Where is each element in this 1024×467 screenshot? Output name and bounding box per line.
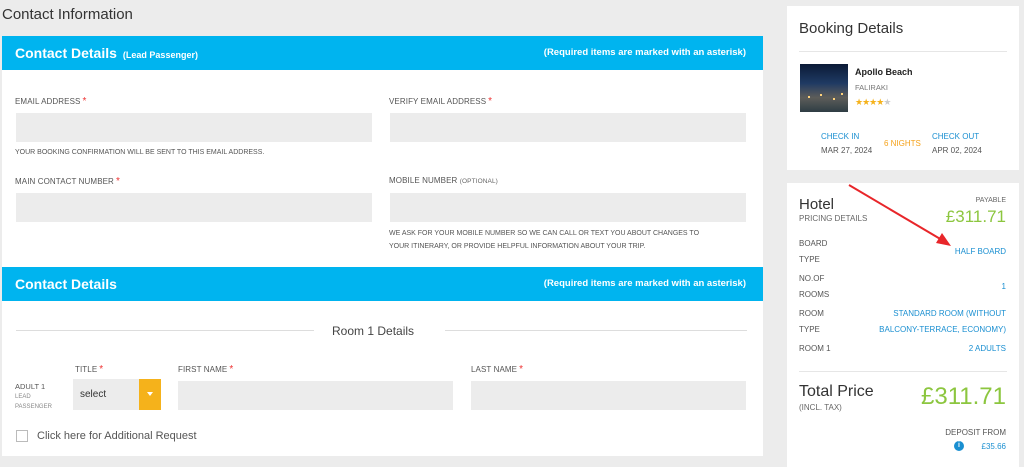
rooms-value: 1 xyxy=(1001,282,1006,291)
email-label: EMAIL ADDRESS * xyxy=(15,96,86,107)
verify-email-label-text: VERIFY EMAIL ADDRESS xyxy=(389,97,487,106)
booking-details-card: Booking Details Apollo Beach FALIRAKI ★★… xyxy=(787,6,1019,170)
divider xyxy=(799,371,1007,372)
divider xyxy=(445,330,747,331)
hotel-name[interactable]: Apollo Beach xyxy=(855,67,913,77)
adult-1-label: ADULT 1 LEAD PASSENGER xyxy=(15,382,52,412)
star-icon: ★ xyxy=(883,97,891,107)
pricing-card: Hotel PRICING DETAILS PAYABLE £311.71 BO… xyxy=(787,183,1019,467)
check-out-date: APR 02, 2024 xyxy=(932,146,982,155)
mobile-hint-line: WE ASK FOR YOUR MOBILE NUMBER SO WE CAN … xyxy=(389,230,700,237)
divider xyxy=(799,51,1007,52)
hotel-location: FALIRAKI xyxy=(855,83,888,92)
title-label-text: TITLE xyxy=(75,365,98,374)
check-out-label: CHECK OUT xyxy=(932,132,980,141)
required-asterisk: * xyxy=(115,176,120,187)
room-type-value: STANDARD ROOM (WITHOUT BALCONY-TERRACE, E… xyxy=(879,306,1006,338)
hotel-star-rating: ★★★★★ xyxy=(855,97,891,108)
required-note: (Required items are marked with an aster… xyxy=(543,47,746,58)
email-field[interactable] xyxy=(16,113,372,142)
page-title: Contact Information xyxy=(2,6,133,23)
label-line: TYPE xyxy=(799,325,820,334)
required-asterisk: * xyxy=(488,96,493,107)
photo-detail xyxy=(833,98,835,100)
required-asterisk: * xyxy=(229,364,234,375)
check-in-label: CHECK IN xyxy=(821,132,860,141)
contact-form: Contact Details (Lead Passenger) (Require… xyxy=(2,36,763,456)
title-label: TITLE * xyxy=(75,364,103,375)
first-name-field[interactable] xyxy=(178,381,453,410)
total-price-title: Total Price xyxy=(799,383,874,400)
photo-detail xyxy=(808,96,810,98)
room-contact-header: Contact Details (Required items are mark… xyxy=(2,267,763,301)
photo-detail xyxy=(841,93,843,95)
photo-detail xyxy=(820,94,822,96)
verify-email-field[interactable] xyxy=(390,113,746,142)
booking-details-title: Booking Details xyxy=(799,20,904,37)
payable-label: PAYABLE xyxy=(975,197,1006,204)
divider xyxy=(16,330,314,331)
room-contact-title: Contact Details xyxy=(15,276,117,292)
contact-details-header: Contact Details (Lead Passenger) (Require… xyxy=(2,36,763,70)
deposit-amount: £35.66 xyxy=(981,442,1006,451)
contact-details-title: Contact Details (Lead Passenger) xyxy=(15,45,198,61)
rooms-label: NO.OF ROOMS xyxy=(799,271,829,303)
room-type-label: ROOM TYPE xyxy=(799,306,824,338)
mobile-label-text: MOBILE NUMBER xyxy=(389,176,458,185)
deposit-label: DEPOSIT FROM xyxy=(945,428,1006,437)
payable-amount: £311.71 xyxy=(945,207,1006,226)
main-contact-field[interactable] xyxy=(16,193,372,222)
contact-details-title-text: Contact Details xyxy=(15,45,117,61)
optional-tag: (OPTIONAL) xyxy=(459,178,498,185)
required-asterisk: * xyxy=(82,96,87,107)
required-note: (Required items are marked with an aster… xyxy=(543,278,746,289)
hotel-thumbnail xyxy=(800,64,848,112)
email-label-text: EMAIL ADDRESS xyxy=(15,97,81,106)
title-select[interactable]: select xyxy=(73,379,161,410)
chevron-down-icon[interactable] xyxy=(139,379,161,410)
additional-request-label[interactable]: Click here for Additional Request xyxy=(37,430,197,442)
label-line: NO.OF xyxy=(799,274,825,283)
mobile-label: MOBILE NUMBER (OPTIONAL) xyxy=(389,176,498,185)
room-1-value: 2 ADULTS xyxy=(968,344,1006,353)
room-1-label: ROOM 1 xyxy=(799,344,831,353)
required-asterisk: * xyxy=(519,364,524,375)
mobile-hint: WE ASK FOR YOUR MOBILE NUMBER SO WE CAN … xyxy=(389,227,699,253)
mobile-hint-line: YOUR ITINERARY, OR PROVIDE HELPFUL INFOR… xyxy=(389,243,646,250)
pricing-subtitle: PRICING DETAILS xyxy=(799,214,868,223)
lead-passenger-text: PASSENGER xyxy=(15,404,52,410)
label-line: ROOM xyxy=(799,309,824,318)
mobile-field[interactable] xyxy=(390,193,746,222)
label-line: ROOMS xyxy=(799,290,830,299)
main-contact-label-text: MAIN CONTACT NUMBER xyxy=(15,177,114,186)
adult-label-text: ADULT 1 xyxy=(15,382,46,391)
label-line: TYPE xyxy=(799,255,820,264)
check-in-date: MAR 27, 2024 xyxy=(821,146,873,155)
title-select-value: select xyxy=(80,389,107,400)
total-price-amount: £311.71 xyxy=(921,383,1006,410)
verify-email-label: VERIFY EMAIL ADDRESS * xyxy=(389,96,492,107)
board-type-value: HALF BOARD xyxy=(954,247,1006,256)
first-name-label-text: FIRST NAME xyxy=(178,365,228,374)
value-line: BALCONY-TERRACE, ECONOMY) xyxy=(879,325,1006,334)
additional-request-checkbox[interactable] xyxy=(16,430,28,442)
first-name-label: FIRST NAME * xyxy=(178,364,233,375)
pricing-title: Hotel xyxy=(799,196,835,213)
board-type-label: BOARD TYPE xyxy=(799,236,827,268)
last-name-field[interactable] xyxy=(471,381,746,410)
required-asterisk: * xyxy=(99,364,104,375)
room-1-title: Room 1 Details xyxy=(332,324,415,338)
label-line: BOARD xyxy=(799,239,828,248)
last-name-label-text: LAST NAME xyxy=(471,365,518,374)
main-contact-label: MAIN CONTACT NUMBER * xyxy=(15,176,120,187)
lead-passenger-subtitle: (Lead Passenger) xyxy=(122,50,198,60)
nights-count: 6 NIGHTS xyxy=(884,139,921,148)
info-icon[interactable]: i xyxy=(954,441,964,451)
email-hint: YOUR BOOKING CONFIRMATION WILL BE SENT T… xyxy=(15,149,265,156)
value-line: STANDARD ROOM (WITHOUT xyxy=(893,309,1006,318)
total-price-subtitle: (INCL. TAX) xyxy=(799,403,842,412)
last-name-label: LAST NAME * xyxy=(471,364,523,375)
lead-passenger-text: LEAD xyxy=(15,394,31,400)
